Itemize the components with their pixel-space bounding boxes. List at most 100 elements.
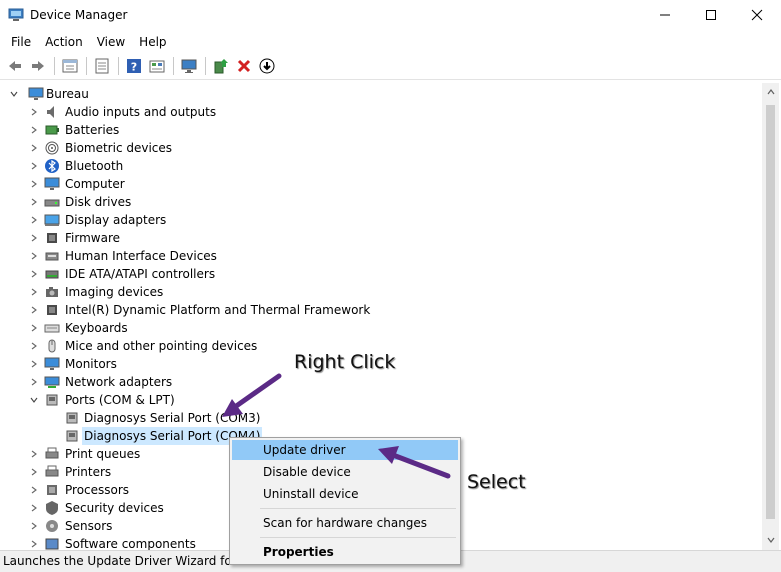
security-icon bbox=[44, 500, 60, 516]
scroll-down-button[interactable] bbox=[762, 531, 779, 548]
bluetooth-icon bbox=[44, 158, 60, 174]
uninstall-button[interactable] bbox=[233, 55, 255, 77]
update-button[interactable] bbox=[256, 55, 278, 77]
network-icon bbox=[44, 374, 60, 390]
chevron-right-icon[interactable] bbox=[28, 196, 40, 208]
port-icon bbox=[64, 410, 80, 426]
tree-child-item[interactable]: Diagnosys Serial Port (COM3) bbox=[2, 409, 762, 427]
vertical-scrollbar[interactable] bbox=[762, 83, 779, 550]
tree-item[interactable]: Keyboards bbox=[2, 319, 762, 337]
menu-file[interactable]: File bbox=[4, 33, 38, 51]
chevron-right-icon[interactable] bbox=[28, 106, 40, 118]
tree-item[interactable]: Disk drives bbox=[2, 193, 762, 211]
software-icon bbox=[44, 536, 60, 550]
tree-item-label: Ports (COM & LPT) bbox=[65, 393, 175, 407]
tree-item[interactable]: Audio inputs and outputs bbox=[2, 103, 762, 121]
chevron-right-icon[interactable] bbox=[28, 142, 40, 154]
properties-view-icon bbox=[62, 59, 78, 73]
tree-item-label: Bureau bbox=[46, 87, 89, 101]
tree-item[interactable]: Ports (COM & LPT) bbox=[2, 391, 762, 409]
scroll-thumb[interactable] bbox=[766, 105, 775, 519]
chevron-right-icon[interactable] bbox=[28, 250, 40, 262]
tree-item-label: Firmware bbox=[65, 231, 120, 245]
chevron-right-icon[interactable] bbox=[28, 268, 40, 280]
menu-item-disable-device[interactable]: Disable device bbox=[232, 462, 458, 482]
tree-item[interactable]: Human Interface Devices bbox=[2, 247, 762, 265]
chevron-right-icon[interactable] bbox=[28, 538, 40, 550]
battery-icon bbox=[44, 122, 60, 138]
minimize-button[interactable] bbox=[642, 0, 688, 30]
close-button[interactable] bbox=[734, 0, 780, 30]
help-button[interactable]: ? bbox=[123, 55, 145, 77]
tree-item-label: Monitors bbox=[65, 357, 117, 371]
chevron-down-icon[interactable] bbox=[8, 88, 20, 100]
chevron-right-icon[interactable] bbox=[28, 484, 40, 496]
printer-icon bbox=[44, 464, 60, 480]
tree-item[interactable]: Display adapters bbox=[2, 211, 762, 229]
speaker-icon bbox=[44, 104, 60, 120]
toolbar-separator bbox=[54, 57, 55, 75]
forward-icon bbox=[32, 61, 44, 71]
chevron-right-icon[interactable] bbox=[28, 286, 40, 298]
properties-view-button[interactable] bbox=[59, 55, 81, 77]
mouse-icon bbox=[44, 338, 60, 354]
menu-item-properties[interactable]: Properties bbox=[232, 542, 458, 562]
chevron-right-icon[interactable] bbox=[28, 520, 40, 532]
menu-help[interactable]: Help bbox=[132, 33, 173, 51]
tree-item[interactable]: Intel(R) Dynamic Platform and Thermal Fr… bbox=[2, 301, 762, 319]
menu-item-update-driver[interactable]: Update driver bbox=[232, 440, 458, 460]
chevron-right-icon[interactable] bbox=[28, 322, 40, 334]
scroll-up-button[interactable] bbox=[762, 83, 779, 100]
chevron-right-icon[interactable] bbox=[28, 340, 40, 352]
menu-item-uninstall-device[interactable]: Uninstall device bbox=[232, 484, 458, 504]
add-driver-button[interactable] bbox=[210, 55, 232, 77]
chevron-down-icon[interactable] bbox=[28, 394, 40, 406]
tree-root[interactable]: Bureau bbox=[2, 85, 762, 103]
chevron-right-icon[interactable] bbox=[28, 448, 40, 460]
camera-icon bbox=[44, 284, 60, 300]
chevron-right-icon[interactable] bbox=[28, 466, 40, 478]
chevron-right-icon[interactable] bbox=[28, 502, 40, 514]
chevron-right-icon[interactable] bbox=[28, 304, 40, 316]
chevron-right-icon[interactable] bbox=[28, 358, 40, 370]
chevron-right-icon[interactable] bbox=[28, 214, 40, 226]
chevron-right-icon[interactable] bbox=[28, 232, 40, 244]
back-icon bbox=[9, 61, 21, 71]
driver-icon bbox=[149, 60, 165, 73]
menu-item-scan-hardware[interactable]: Scan for hardware changes bbox=[232, 513, 458, 533]
hid-icon bbox=[44, 248, 60, 264]
tree-item-label: Batteries bbox=[65, 123, 120, 137]
chevron-right-icon[interactable] bbox=[28, 376, 40, 388]
tree-item[interactable]: Imaging devices bbox=[2, 283, 762, 301]
menu-view[interactable]: View bbox=[90, 33, 132, 51]
forward-button[interactable] bbox=[27, 55, 49, 77]
back-button[interactable] bbox=[4, 55, 26, 77]
tree-item[interactable]: Firmware bbox=[2, 229, 762, 247]
details-button[interactable] bbox=[91, 55, 113, 77]
tree-item-label: Bluetooth bbox=[65, 159, 124, 173]
tree-item[interactable]: Bluetooth bbox=[2, 157, 762, 175]
menu-action[interactable]: Action bbox=[38, 33, 90, 51]
driver-button[interactable] bbox=[146, 55, 168, 77]
tree-item[interactable]: IDE ATA/ATAPI controllers bbox=[2, 265, 762, 283]
disk-icon bbox=[44, 194, 60, 210]
chevron-right-icon[interactable] bbox=[28, 124, 40, 136]
tree-item[interactable]: Biometric devices bbox=[2, 139, 762, 157]
tree-item[interactable]: Network adapters bbox=[2, 373, 762, 391]
help-icon: ? bbox=[127, 59, 141, 74]
tree-item[interactable]: Batteries bbox=[2, 121, 762, 139]
fingerprint-icon bbox=[44, 140, 60, 156]
device-manager-icon bbox=[8, 8, 24, 21]
chevron-right-icon[interactable] bbox=[28, 160, 40, 172]
printer-icon bbox=[44, 446, 60, 462]
context-menu: Update driver Disable device Uninstall d… bbox=[229, 437, 461, 565]
maximize-button[interactable] bbox=[688, 0, 734, 30]
tree-item-label: Intel(R) Dynamic Platform and Thermal Fr… bbox=[65, 303, 371, 317]
tree-item-label: Printers bbox=[65, 465, 112, 479]
toolbar-separator bbox=[173, 57, 174, 75]
details-icon bbox=[95, 58, 109, 74]
chevron-right-icon[interactable] bbox=[28, 178, 40, 190]
toolbar-separator bbox=[86, 57, 87, 75]
scan-hardware-button[interactable] bbox=[178, 55, 200, 77]
tree-item[interactable]: Computer bbox=[2, 175, 762, 193]
